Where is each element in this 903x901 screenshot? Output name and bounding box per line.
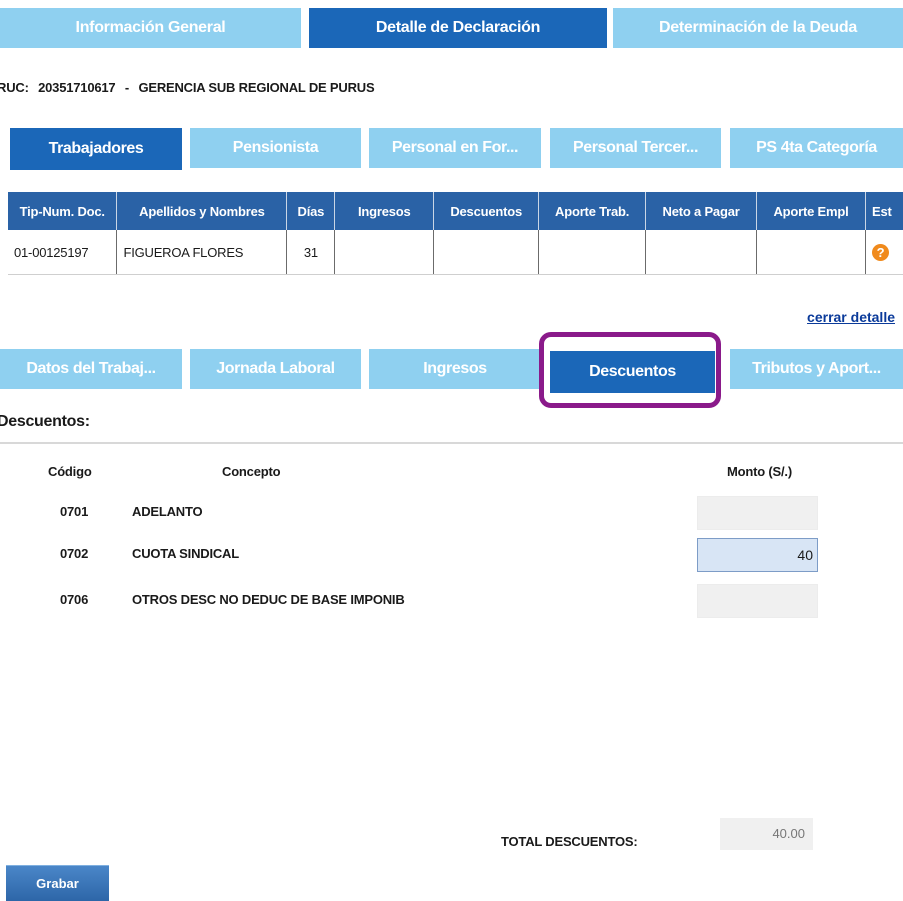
col-amount-header: Monto (S/.) xyxy=(727,464,792,479)
company-name: GERENCIA SUB REGIONAL DE PURUS xyxy=(138,80,375,95)
tab-determinacion-deuda[interactable]: Determinación de la Deuda xyxy=(613,8,903,48)
tab-ingresos[interactable]: Ingresos xyxy=(369,349,541,389)
workers-table: Tip-Num. Doc. Apellidos y Nombres Días I… xyxy=(8,192,903,275)
col-descuentos: Descuentos xyxy=(433,192,540,230)
tab-tributos-aportes[interactable]: Tributos y Aport... xyxy=(730,349,903,389)
tab-informacion-general[interactable]: Información General xyxy=(0,8,301,48)
amount-input-otros-desc[interactable] xyxy=(697,584,818,618)
tab-pensionista[interactable]: Pensionista xyxy=(190,128,361,168)
col-estado: Est xyxy=(865,192,903,230)
ruc-line: RUC: 20351710617 - GERENCIA SUB REGIONAL… xyxy=(0,80,380,95)
col-aporte-empl: Aporte Empl xyxy=(756,192,866,230)
ruc-number: 20351710617 xyxy=(38,80,116,95)
item-code: 0706 xyxy=(60,592,89,607)
cell-neto xyxy=(645,230,758,275)
col-concept-header: Concepto xyxy=(222,464,281,479)
ruc-separator: - xyxy=(124,80,130,95)
save-button[interactable]: Grabar xyxy=(6,865,109,901)
col-name: Apellidos y Nombres xyxy=(116,192,288,230)
item-concept: ADELANTO xyxy=(132,504,203,519)
total-value: 40.00 xyxy=(720,818,813,850)
tab-jornada-laboral[interactable]: Jornada Laboral xyxy=(190,349,361,389)
tab-trabajadores[interactable]: Trabajadores xyxy=(10,128,182,170)
tab-detalle-declaracion[interactable]: Detalle de Declaración xyxy=(309,8,607,48)
total-label: TOTAL DESCUENTOS: xyxy=(501,834,638,849)
close-detail-link[interactable]: cerrar detalle xyxy=(807,309,895,325)
help-icon[interactable]: ? xyxy=(871,243,889,261)
tab-personal-terceros[interactable]: Personal Tercer... xyxy=(550,128,721,168)
col-neto: Neto a Pagar xyxy=(645,192,758,230)
col-ingresos: Ingresos xyxy=(334,192,435,230)
ruc-label: RUC: xyxy=(0,80,29,95)
item-concept: CUOTA SINDICAL xyxy=(132,546,239,561)
item-code: 0702 xyxy=(60,546,89,561)
cell-name: FIGUEROA FLORES xyxy=(116,230,288,275)
table-row[interactable]: 01-00125197 FIGUEROA FLORES 31 ? xyxy=(8,230,903,275)
tab-ps-4ta-categoria[interactable]: PS 4ta Categoría xyxy=(730,128,903,168)
item-concept: OTROS DESC NO DEDUC DE BASE IMPONIB xyxy=(132,592,405,607)
col-aporte-trab: Aporte Trab. xyxy=(538,192,647,230)
item-code: 0701 xyxy=(60,504,89,519)
section-divider xyxy=(0,442,903,444)
cell-aporte-trab xyxy=(538,230,647,275)
cell-days: 31 xyxy=(286,230,336,275)
tab-personal-formacion[interactable]: Personal en For... xyxy=(369,128,541,168)
table-header-row: Tip-Num. Doc. Apellidos y Nombres Días I… xyxy=(8,192,903,230)
col-doc: Tip-Num. Doc. xyxy=(8,192,118,230)
tab-datos-trabajador[interactable]: Datos del Trabaj... xyxy=(0,349,182,389)
amount-input-cuota-sindical[interactable] xyxy=(697,538,818,572)
section-title: Descuentos: xyxy=(0,413,90,430)
cell-ingresos xyxy=(334,230,435,275)
cell-aporte-empl xyxy=(756,230,866,275)
cell-doc: 01-00125197 xyxy=(8,230,118,275)
cell-descuentos xyxy=(433,230,540,275)
col-days: Días xyxy=(286,192,336,230)
cell-status: ? xyxy=(865,230,903,275)
amount-input-adelanto[interactable] xyxy=(697,496,818,530)
tab-descuentos[interactable]: Descuentos xyxy=(550,351,715,393)
col-code-header: Código xyxy=(48,464,92,479)
